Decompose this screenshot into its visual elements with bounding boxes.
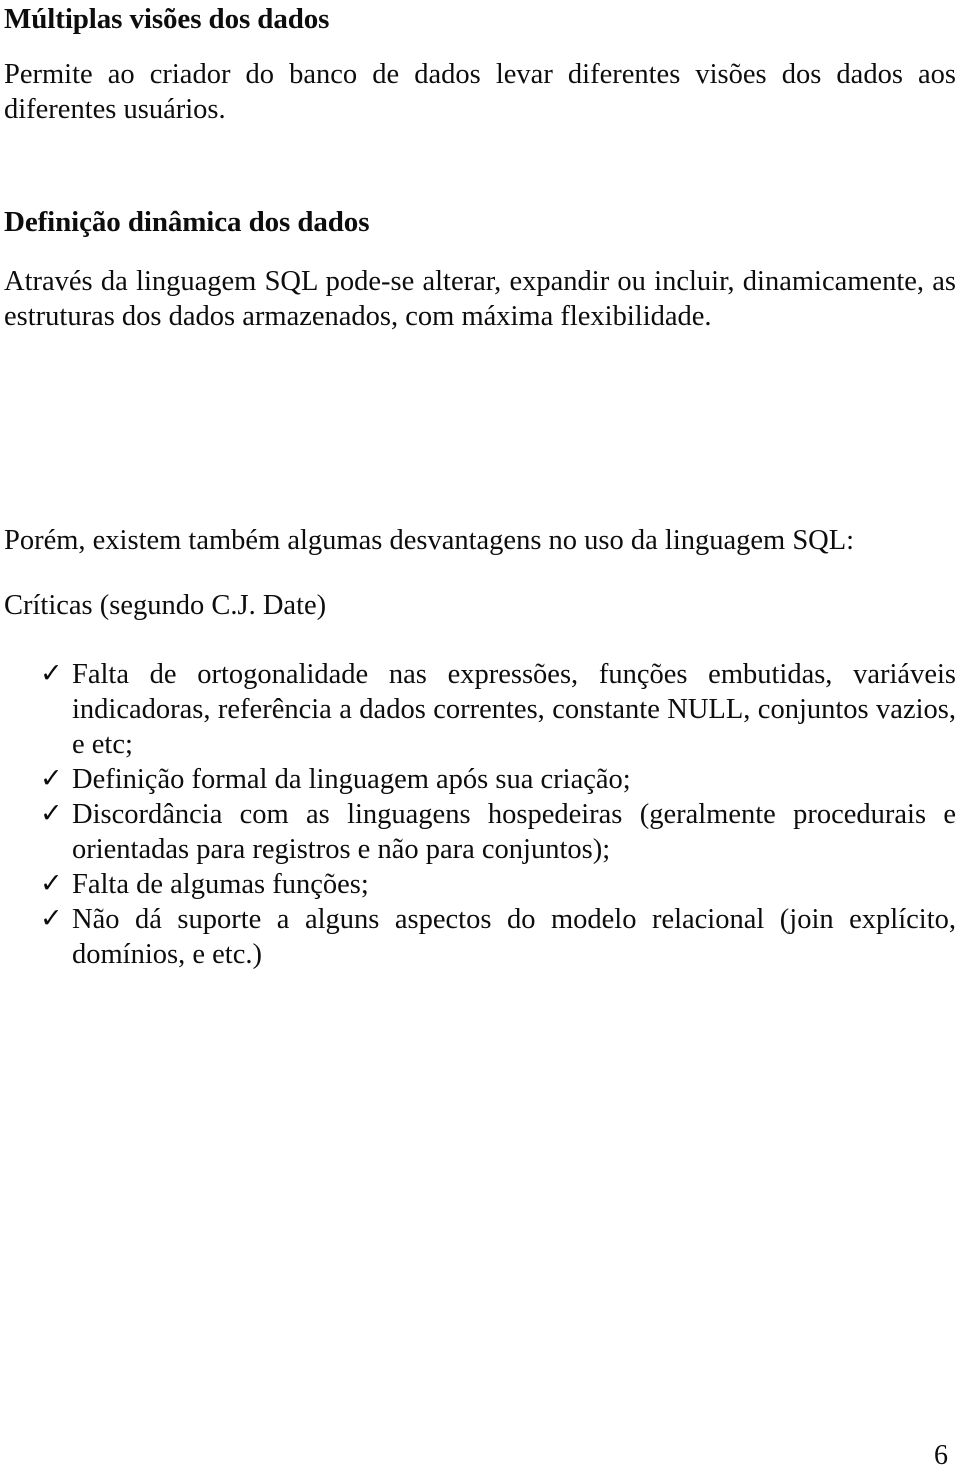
list-item-text: Falta de algumas funções; — [72, 869, 369, 900]
checkmark-icon: ✓ — [40, 658, 63, 689]
section-definicao-dinamica: Definição dinâmica dos dados — [4, 205, 956, 239]
criticisms-list: ✓ Falta de ortogonalidade nas expressões… — [4, 657, 956, 972]
paragraph-block-multiplas-visoes: Permite ao criador do banco de dados lev… — [4, 57, 956, 127]
page-number: 6 — [934, 1440, 948, 1471]
list-item-text: Não dá suporte a alguns aspectos do mode… — [72, 904, 956, 970]
list-item: ✓ Não dá suporte a alguns aspectos do mo… — [4, 902, 956, 972]
list-item-text: Discordância com as linguagens hospedeir… — [72, 799, 956, 865]
list-item: ✓ Falta de ortogonalidade nas expressões… — [4, 657, 956, 762]
list-item-text: Definição formal da linguagem após sua c… — [72, 764, 631, 795]
list-item: ✓ Definição formal da linguagem após sua… — [4, 762, 956, 797]
heading-multiplas-visoes-dos-dados: Múltiplas visões dos dados — [4, 3, 330, 35]
transition-subtitle-block: Críticas (segundo C.J. Date) — [4, 588, 956, 623]
paragraph-multiplas-visoes: Permite ao criador do banco de dados lev… — [4, 59, 956, 125]
paragraph-desvantagens-intro: Porém, existem também algumas desvantage… — [4, 525, 855, 556]
transition-intro-block: Porém, existem também algumas desvantage… — [4, 523, 956, 558]
checkmark-icon: ✓ — [40, 903, 63, 934]
paragraph-definicao-dinamica: Através da linguagem SQL pode-se alterar… — [4, 266, 956, 332]
checkmark-icon: ✓ — [40, 798, 63, 829]
list-item: ✓ Falta de algumas funções; — [4, 867, 956, 902]
checkmark-icon: ✓ — [40, 763, 63, 794]
heading-definicao-dinamica-dos-dados: Definição dinâmica dos dados — [4, 206, 370, 238]
checkmark-icon: ✓ — [40, 868, 63, 899]
criticisms-list-block: ✓ Falta de ortogonalidade nas expressões… — [4, 657, 956, 972]
document-page: Múltiplas visões dos dados Permite ao cr… — [0, 0, 960, 1475]
subtitle-criticas-c-j-date: Críticas (segundo C.J. Date) — [4, 590, 327, 621]
section-multiplas-visoes: Múltiplas visões dos dados — [4, 2, 956, 36]
paragraph-block-definicao-dinamica: Através da linguagem SQL pode-se alterar… — [4, 264, 956, 334]
list-item-text: Falta de ortogonalidade nas expressões, … — [72, 659, 956, 760]
list-item: ✓ Discordância com as linguagens hospede… — [4, 797, 956, 867]
